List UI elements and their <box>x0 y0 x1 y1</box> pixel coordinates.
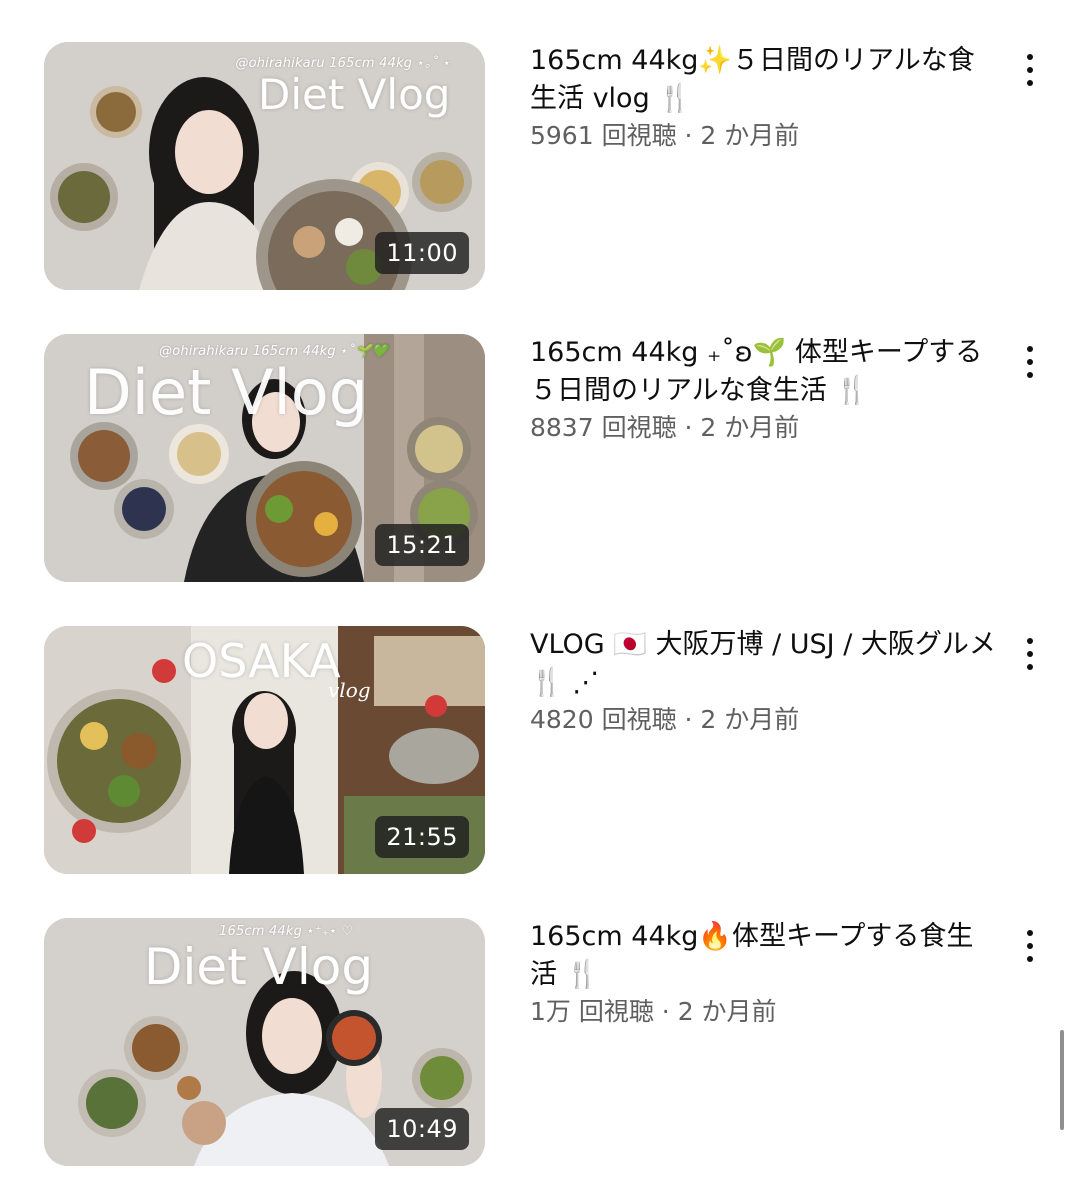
vertical-ellipsis-icon[interactable] <box>1010 342 1050 382</box>
video-stats: 1万 回視聴 · 2 か月前 <box>530 997 777 1026</box>
duration-badge: 11:00 <box>375 232 469 274</box>
scrollbar[interactable] <box>1060 1030 1064 1130</box>
video-title[interactable]: 165cm 44kg🔥体型キープする食生活 🍴 <box>530 918 1000 994</box>
thumbnail-handle: 165cm 44kg ⋆⁺₊⋆ ♡ <box>219 924 354 939</box>
video-title[interactable]: 165cm 44kg ₊˚ʚ🌱 体型キープする５日間のリアルな食生活 🍴 <box>530 334 1000 410</box>
video-item[interactable]: @ohirahikaru 165cm 44kg ⋆˚🌱💚 Diet Vlog 1… <box>0 334 1075 584</box>
thumbnail-subtitle: vlog <box>328 678 371 702</box>
video-meta: 165cm 44kg🔥体型キープする食生活 🍴 1万 回視聴 · 2 か月前 <box>530 918 1000 1030</box>
video-meta: 165cm 44kg ₊˚ʚ🌱 体型キープする５日間のリアルな食生活 🍴 883… <box>530 334 1000 446</box>
thumbnail-handle: @ohirahikaru 165cm 44kg ⋆｡˚ ⋆ <box>235 56 451 71</box>
video-title[interactable]: VLOG 🇯🇵 大阪万博 / USJ / 大阪グルメ 🍴 ⋰ <box>530 626 1000 702</box>
vertical-ellipsis-icon[interactable] <box>1010 926 1050 966</box>
video-meta: 165cm 44kg✨５日間のリアルな食生活 vlog 🍴 5961 回視聴 ·… <box>530 42 1000 154</box>
video-item[interactable]: @ohirahikaru 165cm 44kg ⋆｡˚ ⋆ Diet Vlog … <box>0 42 1075 292</box>
video-thumbnail[interactable]: @ohirahikaru 165cm 44kg ⋆˚🌱💚 Diet Vlog 1… <box>44 334 485 582</box>
duration-badge: 21:55 <box>375 816 469 858</box>
thumbnail-title: Diet Vlog <box>144 938 374 996</box>
video-thumbnail[interactable]: 165cm 44kg ⋆⁺₊⋆ ♡ Diet Vlog 10:49 <box>44 918 485 1166</box>
video-stats: 5961 回視聴 · 2 か月前 <box>530 121 800 150</box>
video-thumbnail[interactable]: OSAKA vlog 21:55 <box>44 626 485 874</box>
video-item[interactable]: OSAKA vlog 21:55 VLOG 🇯🇵 大阪万博 / USJ / 大阪… <box>0 626 1075 876</box>
video-thumbnail[interactable]: @ohirahikaru 165cm 44kg ⋆｡˚ ⋆ Diet Vlog … <box>44 42 485 290</box>
video-list: @ohirahikaru 165cm 44kg ⋆｡˚ ⋆ Diet Vlog … <box>0 0 1075 1200</box>
video-meta: VLOG 🇯🇵 大阪万博 / USJ / 大阪グルメ 🍴 ⋰ 4820 回視聴 … <box>530 626 1000 738</box>
thumbnail-title: Diet Vlog <box>258 70 451 119</box>
video-item[interactable]: 165cm 44kg ⋆⁺₊⋆ ♡ Diet Vlog 10:49 165cm … <box>0 918 1075 1168</box>
vertical-ellipsis-icon[interactable] <box>1010 634 1050 674</box>
thumbnail-title: OSAKA <box>182 634 341 688</box>
video-stats: 4820 回視聴 · 2 か月前 <box>530 705 800 734</box>
video-stats: 8837 回視聴 · 2 か月前 <box>530 413 800 442</box>
vertical-ellipsis-icon[interactable] <box>1010 50 1050 90</box>
duration-badge: 15:21 <box>375 524 469 566</box>
video-title[interactable]: 165cm 44kg✨５日間のリアルな食生活 vlog 🍴 <box>530 42 1000 118</box>
duration-badge: 10:49 <box>375 1108 469 1150</box>
thumbnail-title: Diet Vlog <box>84 356 369 429</box>
